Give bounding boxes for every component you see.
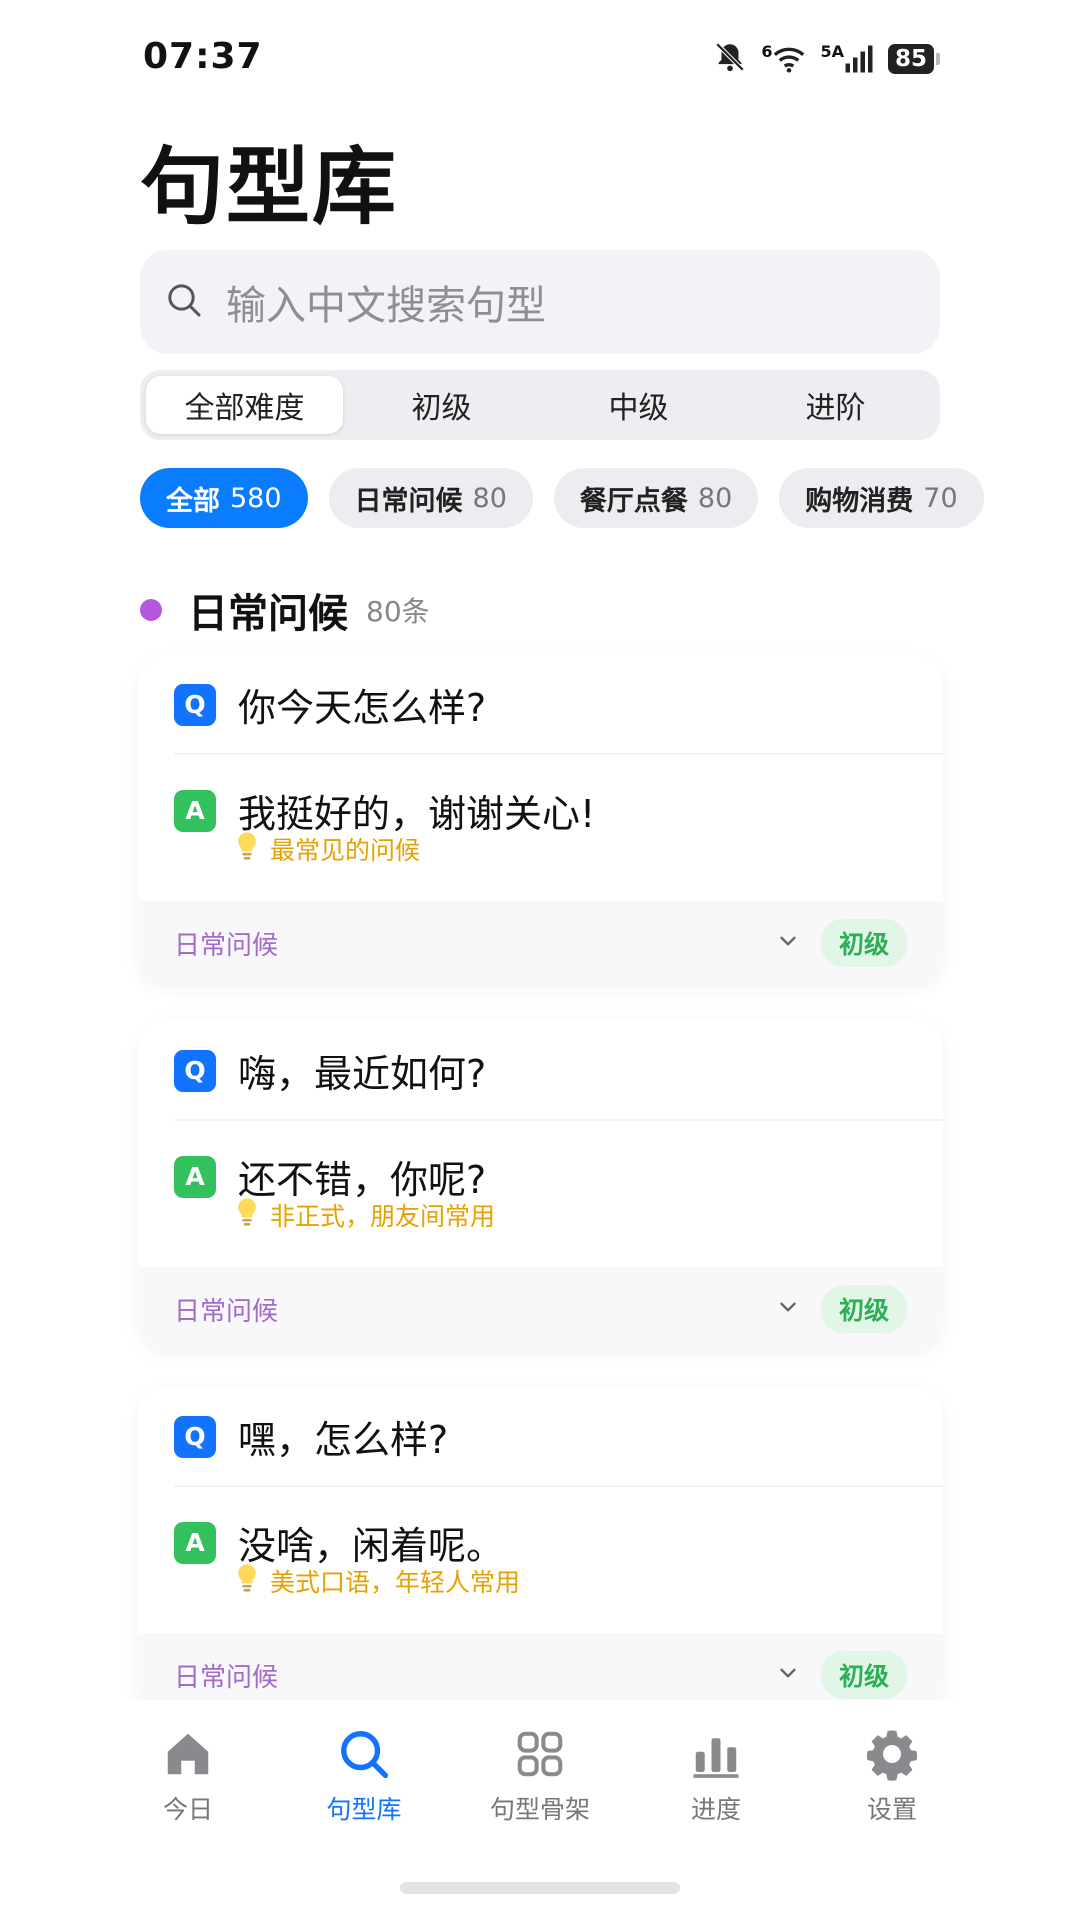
lightbulb-icon (236, 831, 258, 867)
question-badge: Q (174, 1415, 216, 1458)
usage-note-text: 最常见的问候 (270, 836, 421, 865)
question-text: 你今天怎么样? (238, 686, 487, 730)
question-text: 嘿，怎么样? (238, 1418, 449, 1462)
level-badge: 初级 (820, 1285, 907, 1333)
level-badge: 初级 (820, 919, 907, 967)
answer-badge: A (174, 1521, 216, 1564)
nav-item-settings[interactable]: 设置 (804, 1724, 980, 1826)
chip-daily-greetings[interactable]: 日常问候 80 (328, 468, 533, 528)
signal-label: 5A (820, 42, 844, 61)
answer-badge: A (174, 1155, 216, 1198)
usage-note: 非正式，朋友间常用 (236, 1197, 495, 1233)
search-icon (164, 280, 204, 324)
sentence-card-list: Q 你今天怎么样? A 我挺好的，谢谢关心! 最常见的问候 日常问候 初级 Q … (138, 655, 943, 1753)
bar-chart-icon (689, 1724, 743, 1784)
difficulty-filter: 全部难度 初级 中级 进阶 (140, 370, 940, 440)
question-row: Q 嗨，最近如何? (174, 1043, 486, 1098)
nav-label: 句型库 (326, 1795, 402, 1824)
chip-all[interactable]: 全部 580 (140, 468, 308, 528)
network-label: 6 (761, 42, 773, 61)
usage-note-text: 美式口语，年轻人常用 (270, 1568, 521, 1597)
card-footer: 日常问候 初级 (138, 901, 943, 985)
chip-label: 日常问候 (354, 485, 463, 517)
nav-item-progress[interactable]: 进度 (628, 1724, 804, 1826)
chip-count: 80 (472, 482, 507, 514)
tab-intermediate[interactable]: 中级 (540, 376, 737, 434)
nav-item-sentence-library[interactable]: 句型库 (276, 1724, 452, 1826)
status-icons: 6 5A 85 (713, 40, 940, 78)
chip-label: 餐厅点餐 (579, 485, 688, 517)
chip-label: 全部 (166, 485, 220, 517)
chip-count: 70 (923, 482, 958, 514)
chevron-down-icon[interactable] (775, 1294, 801, 1324)
divider (174, 1485, 943, 1487)
wifi-icon: 6 (761, 44, 806, 74)
battery-icon: 85 (887, 44, 940, 74)
nav-label: 今日 (162, 1795, 213, 1824)
sentence-card[interactable]: Q 嘿，怎么样? A 没啥，闲着呢。 美式口语，年轻人常用 日常问候 初级 (138, 1387, 943, 1717)
answer-text: 没啥，闲着呢。 (238, 1524, 505, 1568)
search-placeholder: 输入中文搜索句型 (226, 283, 546, 329)
section-header: 日常问候 80条 (140, 580, 430, 640)
answer-badge: A (174, 789, 216, 832)
section-count: 80条 (366, 595, 430, 628)
tab-advanced[interactable]: 进阶 (737, 376, 934, 434)
question-badge: Q (174, 683, 216, 726)
gear-icon (865, 1724, 919, 1784)
question-row: Q 嘿，怎么样? (174, 1409, 448, 1464)
nav-item-sentence-skeleton[interactable]: 句型骨架 (452, 1724, 628, 1826)
sentence-card[interactable]: Q 嗨，最近如何? A 还不错，你呢? 非正式，朋友间常用 日常问候 初级 (138, 1021, 943, 1351)
lightbulb-icon (236, 1197, 258, 1233)
nav-label: 进度 (690, 1795, 741, 1824)
sentence-card[interactable]: Q 你今天怎么样? A 我挺好的，谢谢关心! 最常见的问候 日常问候 初级 (138, 655, 943, 985)
battery-level: 85 (887, 44, 934, 74)
level-badge: 初级 (820, 1651, 907, 1699)
chevron-down-icon[interactable] (775, 928, 801, 958)
nav-label: 句型骨架 (489, 1795, 590, 1824)
nav-label: 设置 (866, 1795, 917, 1824)
answer-text: 我挺好的，谢谢关心! (238, 792, 596, 836)
usage-note: 最常见的问候 (236, 831, 420, 867)
chevron-down-icon[interactable] (775, 1660, 801, 1690)
question-badge: Q (174, 1049, 216, 1092)
section-dot (140, 599, 162, 621)
usage-note-text: 非正式，朋友间常用 (270, 1202, 496, 1231)
chip-restaurant-ordering[interactable]: 餐厅点餐 80 (553, 468, 759, 528)
answer-text: 还不错，你呢? (238, 1158, 487, 1202)
chip-count: 580 (230, 482, 282, 514)
section-title: 日常问候 (188, 591, 348, 637)
bell-off-icon (713, 40, 747, 78)
divider (174, 1119, 943, 1121)
nav-item-today[interactable]: 今日 (100, 1724, 276, 1826)
usage-note: 美式口语，年轻人常用 (236, 1563, 520, 1599)
chip-label: 购物消费 (805, 485, 914, 517)
question-text: 嗨，最近如何? (238, 1052, 487, 1096)
status-time: 07:37 (143, 36, 263, 77)
answer-row: A 还不错，你呢? (174, 1149, 486, 1204)
card-category: 日常问候 (174, 930, 279, 961)
answer-row: A 没啥，闲着呢。 (174, 1515, 504, 1570)
card-category: 日常问候 (174, 1296, 279, 1327)
card-footer: 日常问候 初级 (138, 1267, 943, 1351)
cell-signal-icon: 5A (820, 44, 874, 74)
lightbulb-icon (236, 1563, 258, 1599)
chip-count: 80 (697, 482, 733, 514)
status-bar: 07:37 6 5A 85 (0, 0, 1080, 110)
home-indicator[interactable] (400, 1882, 680, 1894)
page-title: 句型库 (140, 138, 399, 236)
question-row: Q 你今天怎么样? (174, 677, 486, 732)
chip-shopping[interactable]: 购物消费 70 (779, 468, 984, 528)
divider (174, 753, 943, 755)
search-input[interactable]: 输入中文搜索句型 (140, 250, 940, 354)
card-category: 日常问候 (174, 1662, 279, 1693)
answer-row: A 我挺好的，谢谢关心! (174, 783, 595, 838)
tab-beginner[interactable]: 初级 (343, 376, 540, 434)
home-icon (161, 1724, 215, 1784)
grid-icon (513, 1724, 567, 1784)
search-icon (337, 1724, 391, 1784)
category-chips: 全部 580 日常问候 80 餐厅点餐 80 购物消费 70 (140, 468, 1080, 528)
tab-all-difficulty[interactable]: 全部难度 (146, 376, 343, 434)
